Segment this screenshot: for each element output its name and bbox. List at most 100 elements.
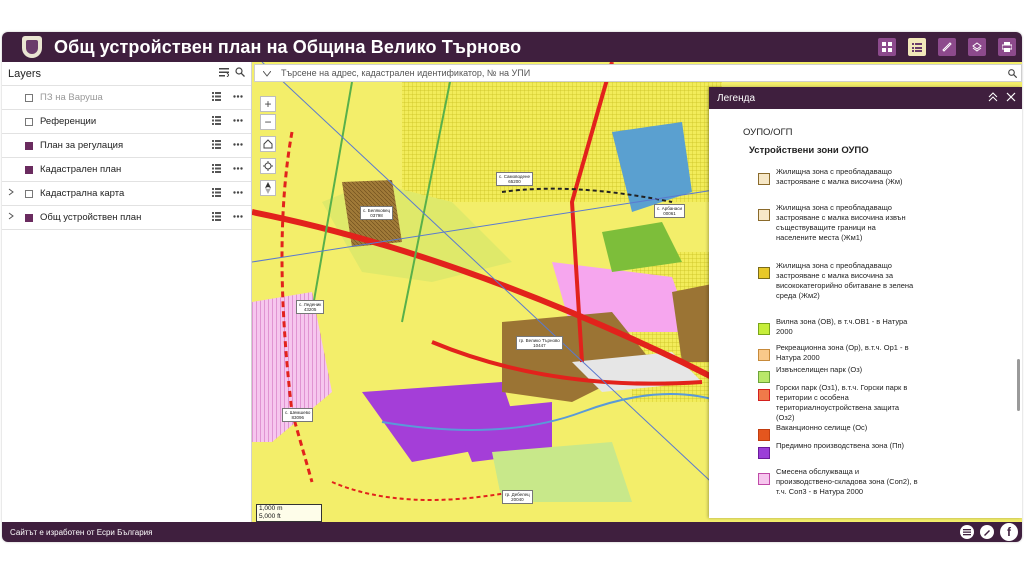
town-label: с. Самоводене 65200 — [496, 172, 534, 186]
town-code: 00061 — [663, 211, 676, 216]
layer-name: ПЗ на Варуша — [40, 92, 103, 103]
legend-item: Жилищна зона с преобладаващо застрояване… — [758, 261, 918, 301]
layer-visibility-checkbox[interactable] — [25, 142, 33, 150]
town-label: с. Беляковец 03798 — [360, 206, 394, 220]
close-icon[interactable] — [1006, 92, 1016, 102]
ruler-icon — [942, 42, 952, 52]
layers-panel-title: Layers — [8, 67, 42, 80]
layer-row[interactable]: Референции — [2, 110, 251, 134]
more-options-icon[interactable] — [233, 191, 243, 194]
layer-row[interactable]: Общ устройствен план — [2, 206, 251, 230]
legend-swatch — [758, 473, 770, 485]
legend-subgroup-title: Устройствени зони ОУПО — [749, 145, 869, 156]
legend-list-icon[interactable] — [212, 116, 221, 125]
legend-list-icon[interactable] — [212, 212, 221, 221]
facebook-glyph: f — [1007, 525, 1011, 539]
home-icon — [263, 139, 273, 149]
layer-name: Кадастрален план — [40, 164, 122, 175]
legend-item-label: Предимно производствена зона (Пп) — [776, 441, 905, 450]
layer-row[interactable]: План за регулация — [2, 134, 251, 158]
layer-visibility-checkbox[interactable] — [25, 118, 33, 126]
locate-icon — [263, 161, 273, 171]
expand-layer-icon[interactable] — [8, 164, 16, 176]
layer-row[interactable]: ПЗ на Варуша — [2, 86, 251, 110]
legend-scrollbar[interactable] — [1017, 359, 1020, 411]
zoom-in-button[interactable]: + — [260, 96, 276, 112]
legend-item: Предимно производствена зона (Пп) — [758, 441, 918, 459]
town-label: с. Шемшево 83096 — [282, 408, 314, 422]
footer-credit: Сайтът е изработен от Есри България — [10, 527, 153, 537]
layer-visibility-checkbox[interactable] — [25, 214, 33, 222]
minus-icon: − — [264, 115, 272, 129]
expand-layer-icon[interactable] — [8, 92, 16, 104]
legend-swatch — [758, 447, 770, 459]
expand-layer-icon[interactable] — [8, 116, 16, 128]
app-footer: Сайтът е изработен от Есри България f — [2, 522, 1022, 542]
legend-swatch — [758, 173, 770, 185]
search-icon[interactable] — [235, 67, 245, 77]
search-placeholder: Търсене на адрес, кадастрален идентифика… — [281, 68, 531, 78]
legend-item: Горски парк (Оз1), в.т.ч. Горски парк в … — [758, 383, 918, 423]
legend-list-icon[interactable] — [212, 164, 221, 173]
pencil-icon — [984, 530, 990, 536]
legend-item: Смесена обслужваща и производствено-скла… — [758, 467, 918, 497]
app-window: Общ устройствен план на Община Велико Тъ… — [2, 32, 1022, 542]
legend-swatch — [758, 323, 770, 335]
layer-visibility-checkbox[interactable] — [25, 94, 33, 102]
more-options-icon[interactable] — [233, 119, 243, 122]
more-options-icon[interactable] — [233, 143, 243, 146]
home-button[interactable] — [260, 136, 276, 152]
layers-icon — [972, 42, 982, 52]
layer-list-button[interactable] — [908, 38, 926, 56]
list-options-icon[interactable] — [219, 67, 229, 77]
legend-list-icon[interactable] — [212, 188, 221, 197]
grid-icon — [882, 42, 892, 52]
collapse-up-icon[interactable] — [988, 92, 998, 102]
layer-name: Кадастрална карта — [40, 188, 125, 199]
more-options-icon[interactable] — [233, 167, 243, 170]
print-button[interactable] — [998, 38, 1016, 56]
layers-button[interactable] — [968, 38, 986, 56]
more-options-icon[interactable] — [233, 215, 243, 218]
legend-swatch — [758, 429, 770, 441]
town-label: с. Арбанаси 00061 — [654, 204, 685, 218]
esri-glyph-icon — [963, 529, 971, 536]
edit-icon[interactable] — [980, 525, 994, 539]
legend-item-label: Смесена обслужваща и производствено-скла… — [776, 467, 918, 496]
legend-swatch — [758, 267, 770, 279]
zoom-out-button[interactable]: − — [260, 114, 276, 130]
legend-swatch — [758, 209, 770, 221]
town-code: 03798 — [370, 213, 383, 218]
locate-button[interactable] — [260, 158, 276, 174]
legend-panel: Легенда ОУПО/ОГП Устройствени зони ОУПО … — [709, 87, 1022, 518]
app-title: Общ устройствен план на Община Велико Тъ… — [54, 36, 522, 57]
facebook-icon[interactable]: f — [1000, 523, 1018, 541]
search-icon[interactable] — [1008, 69, 1017, 78]
expand-layer-icon[interactable] — [8, 140, 16, 152]
expand-layer-icon[interactable] — [8, 188, 16, 200]
layer-visibility-checkbox[interactable] — [25, 166, 33, 174]
layers-panel-header: Layers — [2, 62, 251, 86]
town-label: гр. Велико Търново 10447 — [516, 336, 563, 350]
more-options-icon[interactable] — [233, 95, 243, 98]
chevron-down-icon[interactable] — [263, 71, 271, 77]
layer-row[interactable]: Кадастрален план — [2, 158, 251, 182]
layer-visibility-checkbox[interactable] — [25, 190, 33, 198]
esri-icon[interactable] — [960, 525, 974, 539]
town-label: гр. Дебелец 20040 — [502, 490, 533, 504]
legend-list-icon[interactable] — [212, 140, 221, 149]
legend-item-label: Горски парк (Оз1), в.т.ч. Горски парк в … — [776, 383, 908, 422]
print-icon — [1002, 42, 1012, 52]
compass-button[interactable] — [260, 180, 276, 196]
layers-panel: Layers ПЗ на Варуша Референции План за р… — [2, 62, 252, 522]
legend-item-label: Извънселищен парк (Оз) — [776, 365, 863, 374]
measure-button[interactable] — [938, 38, 956, 56]
legend-swatch — [758, 349, 770, 361]
layer-row[interactable]: Кадастрална карта — [2, 182, 251, 206]
legend-list-icon[interactable] — [212, 92, 221, 101]
map-search-bar[interactable]: Търсене на адрес, кадастрален идентифика… — [254, 64, 1022, 82]
expand-layer-icon[interactable] — [8, 212, 16, 224]
town-code: 65200 — [508, 179, 521, 184]
town-code: 43205 — [303, 307, 317, 312]
basemap-gallery-button[interactable] — [878, 38, 896, 56]
